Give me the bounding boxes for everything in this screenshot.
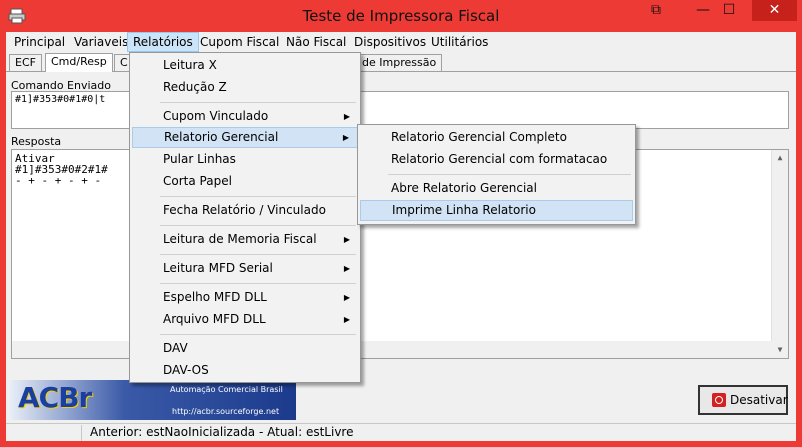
menu-separator [160,225,356,226]
submenu-item-abre-gerencial[interactable]: Abre Relatorio Gerencial [360,178,633,199]
menu-separator [160,254,356,255]
window-frame-bottom [0,441,802,447]
maximize-button[interactable]: ☐ [716,0,742,21]
vertical-scrollbar[interactable]: ▲ ▼ [771,150,788,358]
submenu-item-gerencial-completo[interactable]: Relatorio Gerencial Completo [360,127,633,148]
acbr-banner[interactable]: ACBr Automação Comercial Brasil http://a… [10,380,296,420]
desativar-button[interactable]: Desativar [698,385,788,415]
menu-item-leitura-x[interactable]: Leitura X [132,55,358,76]
menu-item-relatorio-gerencial[interactable]: Relatorio Gerencial ▶ [132,127,358,148]
power-icon [712,393,726,407]
tab-cmd-resp[interactable]: Cmd/Resp [45,53,113,72]
window-frame-right [796,32,802,447]
menu-item-reducao-z[interactable]: Redução Z [132,77,358,98]
menu-dispositivos[interactable]: Dispositivos [349,32,431,52]
submenu-arrow-icon: ▶ [343,264,350,273]
menu-item-label: Cupom Vinculado [163,109,269,123]
minimize-button[interactable]: — [690,0,716,21]
horizontal-scrollbar[interactable] [12,341,772,358]
status-panel-empty [6,425,82,441]
status-bar: Anterior: estNaoInicializada - Atual: es… [6,423,796,441]
menu-item-label: Leitura de Memoria Fiscal [163,232,317,246]
submenu-arrow-icon: ▶ [343,315,350,324]
desativar-label: Desativar [730,393,788,407]
bottom-panel: ACBr Automação Comercial Brasil http://a… [6,378,796,423]
menu-item-leitura-mfd-serial[interactable]: Leitura MFD Serial ▶ [132,258,358,279]
menu-item-arquivo-mfd-dll[interactable]: Arquivo MFD DLL ▶ [132,309,358,330]
tab-strip: ECF Cmd/Resp C de Impressão [6,53,796,72]
banner-url[interactable]: http://acbr.sourceforge.net [172,407,279,416]
menu-item-label: Arquivo MFD DLL [163,312,266,326]
tab-impressao[interactable]: de Impressão [356,54,443,71]
window-title: Teste de Impressora Fiscal [302,7,500,25]
menu-item-dav[interactable]: DAV [132,338,358,359]
menu-item-label: Relatorio Gerencial [164,130,279,144]
menu-principal[interactable]: Principal [9,32,70,52]
menu-separator [160,196,356,197]
submenu-arrow-icon: ▶ [343,112,350,121]
menu-item-label: Espelho MFD DLL [163,290,267,304]
submenu-arrow-icon: ▶ [343,235,350,244]
gerencial-submenu: Relatorio Gerencial Completo Relatorio G… [357,124,636,225]
menu-item-fecha-relatorio[interactable]: Fecha Relatório / Vinculado [132,200,358,221]
menu-item-label: Leitura MFD Serial [163,261,273,275]
resposta-label: Resposta [11,135,62,148]
menu-separator [160,102,356,103]
menu-item-leitura-memoria-fiscal[interactable]: Leitura de Memoria Fiscal ▶ [132,229,358,250]
menu-bar: Principal Variaveis Relatórios Cupom Fis… [6,32,796,52]
restore-window-icon[interactable]: ⧉ [643,0,669,21]
scroll-down-icon[interactable]: ▼ [772,342,788,358]
menu-item-espelho-mfd-dll[interactable]: Espelho MFD DLL ▶ [132,287,358,308]
submenu-item-imprime-linha[interactable]: Imprime Linha Relatorio [360,200,633,221]
menu-item-corta-papel[interactable]: Corta Papel [132,171,358,192]
banner-tagline: Automação Comercial Brasil [170,385,283,394]
status-text: Anterior: estNaoInicializada - Atual: es… [90,425,354,439]
menu-cupom-fiscal[interactable]: Cupom Fiscal [195,32,284,52]
scroll-up-icon[interactable]: ▲ [772,150,788,166]
menu-variaveis[interactable]: Variaveis [69,32,133,52]
menu-relatorios[interactable]: Relatórios [127,32,199,52]
menu-item-cupom-vinculado[interactable]: Cupom Vinculado ▶ [132,106,358,127]
menu-separator [388,174,631,175]
menu-item-pular-linhas[interactable]: Pular Linhas [132,149,358,170]
menu-separator [160,334,356,335]
close-button[interactable]: ✕ [752,0,797,21]
acbr-logo: ACBr [18,381,92,414]
relatorios-menu: Leitura X Redução Z Cupom Vinculado ▶ Rel… [129,52,361,383]
title-bar: Teste de Impressora Fiscal ⧉ — ☐ ✕ [0,0,802,32]
menu-item-dav-os[interactable]: DAV-OS [132,360,358,381]
submenu-item-gerencial-formatacao[interactable]: Relatorio Gerencial com formatacao [360,149,633,170]
submenu-arrow-icon: ▶ [343,293,350,302]
menu-utilitarios[interactable]: Utilitários [426,32,493,52]
menu-nao-fiscal[interactable]: Não Fiscal [281,32,351,52]
submenu-arrow-icon: ▶ [342,133,349,142]
menu-separator [160,283,356,284]
tab-ecf[interactable]: ECF [9,54,42,71]
